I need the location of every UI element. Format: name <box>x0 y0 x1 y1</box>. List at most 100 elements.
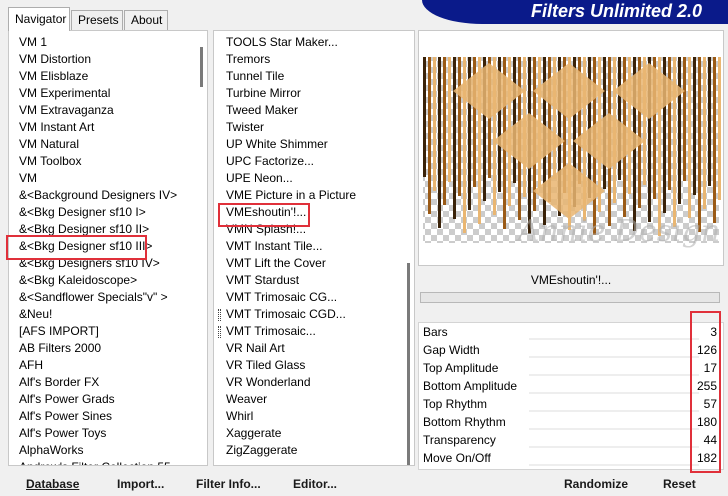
category-item[interactable]: AFH <box>9 357 193 374</box>
category-item[interactable]: &<Background Designers IV> <box>9 187 193 204</box>
app-banner: Filters Unlimited 2.0 <box>422 0 728 24</box>
filter-item[interactable]: ZigZaggerate <box>214 442 400 459</box>
filter-item[interactable]: Weaver <box>214 391 400 408</box>
filter-item[interactable]: Tweed Maker <box>214 102 400 119</box>
category-item[interactable]: Alf's Power Grads <box>9 391 193 408</box>
category-item[interactable]: VM Elisblaze <box>9 68 193 85</box>
filter-item[interactable]: VR Nail Art <box>214 340 400 357</box>
param-row[interactable]: Bottom Amplitude 255 <box>419 378 725 396</box>
filter-item[interactable]: VME Picture in a Picture <box>214 187 400 204</box>
param-row[interactable]: Gap Width 126 <box>419 342 725 360</box>
reset-button[interactable]: Reset <box>663 476 696 492</box>
preview-area: Annie Design <box>418 30 724 266</box>
category-item[interactable]: VM Extravaganza <box>9 102 193 119</box>
param-row[interactable]: Transparency 44 <box>419 432 725 450</box>
category-scrollbar[interactable] <box>193 31 207 465</box>
param-slider[interactable] <box>529 374 699 376</box>
category-item[interactable]: VM Instant Art <box>9 119 193 136</box>
category-item[interactable]: Alf's Power Sines <box>9 408 193 425</box>
param-row[interactable]: Top Amplitude 17 <box>419 360 725 378</box>
param-slider[interactable] <box>529 356 699 358</box>
filter-item[interactable]: Twister <box>214 119 400 136</box>
category-item[interactable]: [AFS IMPORT] <box>9 323 193 340</box>
category-item[interactable]: &Neu! <box>9 306 193 323</box>
param-label: Bars <box>423 325 448 339</box>
preview-stripe <box>683 57 686 181</box>
tab-navigator[interactable]: Navigator <box>8 7 70 31</box>
category-item[interactable]: Alf's Border FX <box>9 374 193 391</box>
highlight-category <box>6 235 147 260</box>
category-item[interactable]: &<Bkg Designer sf10 I> <box>9 204 193 221</box>
param-slider[interactable] <box>529 392 699 394</box>
category-item[interactable]: &<Sandflower Specials"v" > <box>9 289 193 306</box>
param-label: Top Rhythm <box>423 397 488 411</box>
tab-presets[interactable]: Presets <box>71 10 123 30</box>
param-row[interactable]: Bottom Rhythm 180 <box>419 414 725 432</box>
current-filter-name: VMEshoutin'!... <box>530 273 612 287</box>
preview-stripe <box>668 57 671 190</box>
param-slider[interactable] <box>529 446 699 448</box>
param-slider[interactable] <box>529 428 699 430</box>
filter-item[interactable]: Whirl <box>214 408 400 425</box>
filter-item[interactable]: VMT Instant Tile... <box>214 238 400 255</box>
preview-stripe <box>713 57 716 223</box>
category-item[interactable]: VM Natural <box>9 136 193 153</box>
tab-about[interactable]: About <box>124 10 168 30</box>
param-label: Bottom Amplitude <box>423 379 518 393</box>
filter-item[interactable]: UPC Factorize... <box>214 153 400 170</box>
param-slider[interactable] <box>529 410 699 412</box>
param-row[interactable]: Bars 3 <box>419 324 725 342</box>
filter-list[interactable]: TOOLS Star Maker... Tremors Tunnel Tile Tur… <box>213 30 415 466</box>
category-item[interactable]: VM Experimental <box>9 85 193 102</box>
filter-item[interactable]: UP White Shimmer <box>214 136 400 153</box>
category-item[interactable]: VM <box>9 170 193 187</box>
parameter-panel: Bars 3 Gap Width 126 Top Amplitude 17 Bottom A… <box>418 322 724 470</box>
preview-stripe <box>438 57 441 228</box>
param-label: Transparency <box>423 433 496 447</box>
category-item[interactable]: AB Filters 2000 <box>9 340 193 357</box>
preview-stripe <box>698 57 701 232</box>
filter-item[interactable]: VMT Trimosaic CG... <box>214 289 400 306</box>
preview-stripe <box>453 57 456 219</box>
param-label: Bottom Rhythm <box>423 415 506 429</box>
category-item[interactable]: VM Distortion <box>9 51 193 68</box>
preview-stripe <box>433 57 436 191</box>
filter-item[interactable]: Tremors <box>214 51 400 68</box>
filter-item[interactable]: Turbine Mirror <box>214 85 400 102</box>
filter-item[interactable]: VR Tiled Glass <box>214 357 400 374</box>
preview-stripe <box>443 57 446 205</box>
param-slider[interactable] <box>529 464 699 466</box>
preview-stripe <box>678 57 681 204</box>
category-item[interactable]: AlphaWorks <box>9 442 193 459</box>
filter-item[interactable]: Xaggerate <box>214 425 400 442</box>
watermark-text: Annie Design <box>515 214 721 249</box>
randomize-button[interactable]: Randomize <box>564 476 628 492</box>
filter-item[interactable]: VMT Lift the Cover <box>214 255 400 272</box>
param-row[interactable]: Top Rhythm 57 <box>419 396 725 414</box>
param-row[interactable]: Move On/Off 182 <box>419 450 725 468</box>
filter-scrollbar[interactable] <box>400 31 414 465</box>
filter-item[interactable]: TOOLS Star Maker... <box>214 34 400 51</box>
import-button[interactable]: Import... <box>117 476 164 492</box>
category-item[interactable]: Andrew's Filter Collection 55 <box>9 459 193 465</box>
category-item[interactable]: VM Toolbox <box>9 153 193 170</box>
preview-stripe <box>693 57 696 195</box>
filter-item[interactable]: VR Wonderland <box>214 374 400 391</box>
filter-item[interactable]: VMT Stardust <box>214 272 400 289</box>
preview-stripe <box>458 57 461 196</box>
editor-button[interactable]: Editor... <box>293 476 337 492</box>
database-button[interactable]: Database <box>26 476 79 492</box>
filter-item[interactable]: VMT Trimosaic CGD... <box>214 306 400 323</box>
filter-item[interactable]: VMT Trimosaic... <box>214 323 400 340</box>
preview-stripe <box>513 57 516 183</box>
preview-stripe <box>708 57 711 186</box>
category-item[interactable]: &<Bkg Kaleidoscope> <box>9 272 193 289</box>
filter-item[interactable]: UPE Neon... <box>214 170 400 187</box>
category-item[interactable]: Alf's Power Toys <box>9 425 193 442</box>
preview-stripe <box>428 57 431 214</box>
param-slider[interactable] <box>529 338 699 340</box>
filter-info-button[interactable]: Filter Info... <box>196 476 261 492</box>
filter-item[interactable]: Tunnel Tile <box>214 68 400 85</box>
category-item[interactable]: VM 1 <box>9 34 193 51</box>
tab-bar: Navigator Presets About <box>0 0 420 31</box>
